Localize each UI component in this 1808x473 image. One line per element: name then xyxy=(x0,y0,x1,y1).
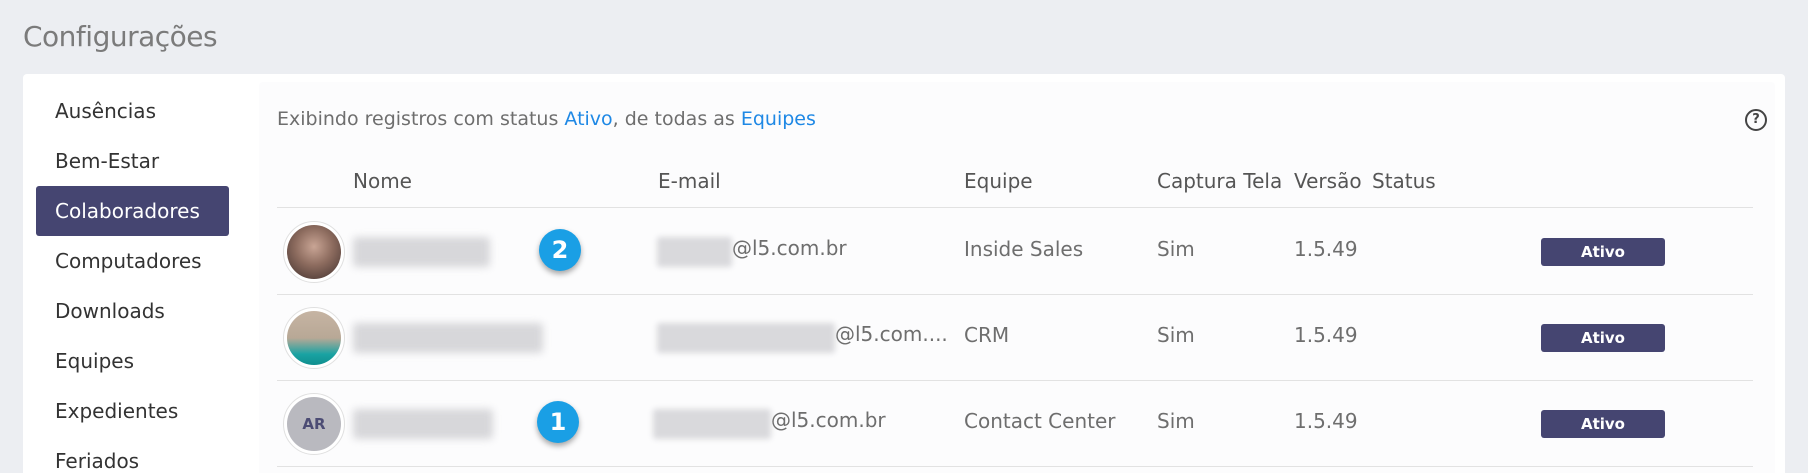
team-cell: Contact Center xyxy=(964,409,1116,433)
email-suffix: @l5.com.... xyxy=(835,322,948,346)
status-badge: Ativo xyxy=(1541,410,1665,438)
version-cell: 1.5.49 xyxy=(1294,409,1358,433)
table-row[interactable]: AR 1 @l5.com.br Contact Center Sim 1.5.4… xyxy=(277,381,1753,467)
sidebar-item-equipes[interactable]: Equipes xyxy=(36,336,229,386)
avatar xyxy=(283,307,345,369)
avatar xyxy=(283,221,345,283)
table-row[interactable]: @l5.com.... CRM Sim 1.5.49 Ativo xyxy=(277,295,1753,381)
redacted-name xyxy=(353,237,490,267)
column-header-email[interactable]: E-mail xyxy=(658,169,721,193)
step-badge: 1 xyxy=(537,401,579,443)
sidebar-item-expedientes[interactable]: Expedientes xyxy=(36,386,229,436)
redacted-email xyxy=(657,323,835,353)
redacted-email xyxy=(657,237,732,267)
settings-sidebar: Ausências Bem-Estar Colaboradores Comput… xyxy=(36,86,229,473)
avatar-photo xyxy=(287,225,341,279)
capture-cell: Sim xyxy=(1157,323,1195,347)
redacted-name xyxy=(353,409,493,439)
step-badge: 2 xyxy=(539,229,581,271)
column-header-capture[interactable]: Captura Tela xyxy=(1157,169,1282,193)
redacted-email xyxy=(653,409,771,439)
sidebar-item-feriados[interactable]: Feriados xyxy=(36,436,229,473)
capture-cell: Sim xyxy=(1157,409,1195,433)
version-cell: 1.5.49 xyxy=(1294,323,1358,347)
column-header-status[interactable]: Status xyxy=(1372,169,1436,193)
status-badge: Ativo xyxy=(1541,238,1665,266)
team-filter-link[interactable]: Equipes xyxy=(741,108,816,130)
collaborators-panel: Exibindo registros com status Ativo, de … xyxy=(259,82,1775,473)
sidebar-item-downloads[interactable]: Downloads xyxy=(36,286,229,336)
avatar-initials: AR xyxy=(287,397,341,451)
team-cell: Inside Sales xyxy=(964,237,1084,261)
sidebar-item-bem-estar[interactable]: Bem-Estar xyxy=(36,136,229,186)
team-cell: CRM xyxy=(964,323,1010,347)
sidebar-item-computadores[interactable]: Computadores xyxy=(36,236,229,286)
column-header-team[interactable]: Equipe xyxy=(964,169,1033,193)
help-icon[interactable]: ? xyxy=(1745,109,1767,131)
column-header-version[interactable]: Versão xyxy=(1294,169,1362,193)
page-title: Configurações xyxy=(23,20,218,53)
sidebar-item-ausencias[interactable]: Ausências xyxy=(36,86,229,136)
column-header-name[interactable]: Nome xyxy=(353,169,412,193)
avatar: AR xyxy=(283,393,345,455)
table-row[interactable]: 2 @l5.com.br Inside Sales Sim 1.5.49 Ati… xyxy=(277,209,1753,295)
filter-prefix: Exibindo registros com status xyxy=(277,108,565,130)
capture-cell: Sim xyxy=(1157,237,1195,261)
avatar-photo xyxy=(287,311,341,365)
table-header: Nome E-mail Equipe Captura Tela Versão S… xyxy=(277,156,1753,208)
redacted-name xyxy=(353,323,543,353)
status-badge: Ativo xyxy=(1541,324,1665,352)
filter-summary: Exibindo registros com status Ativo, de … xyxy=(277,108,816,130)
email-suffix: @l5.com.br xyxy=(771,408,886,432)
version-cell: 1.5.49 xyxy=(1294,237,1358,261)
email-suffix: @l5.com.br xyxy=(732,236,847,260)
filter-middle: , de todas as xyxy=(612,108,741,130)
status-filter-link[interactable]: Ativo xyxy=(564,108,612,130)
sidebar-item-colaboradores[interactable]: Colaboradores xyxy=(36,186,229,236)
